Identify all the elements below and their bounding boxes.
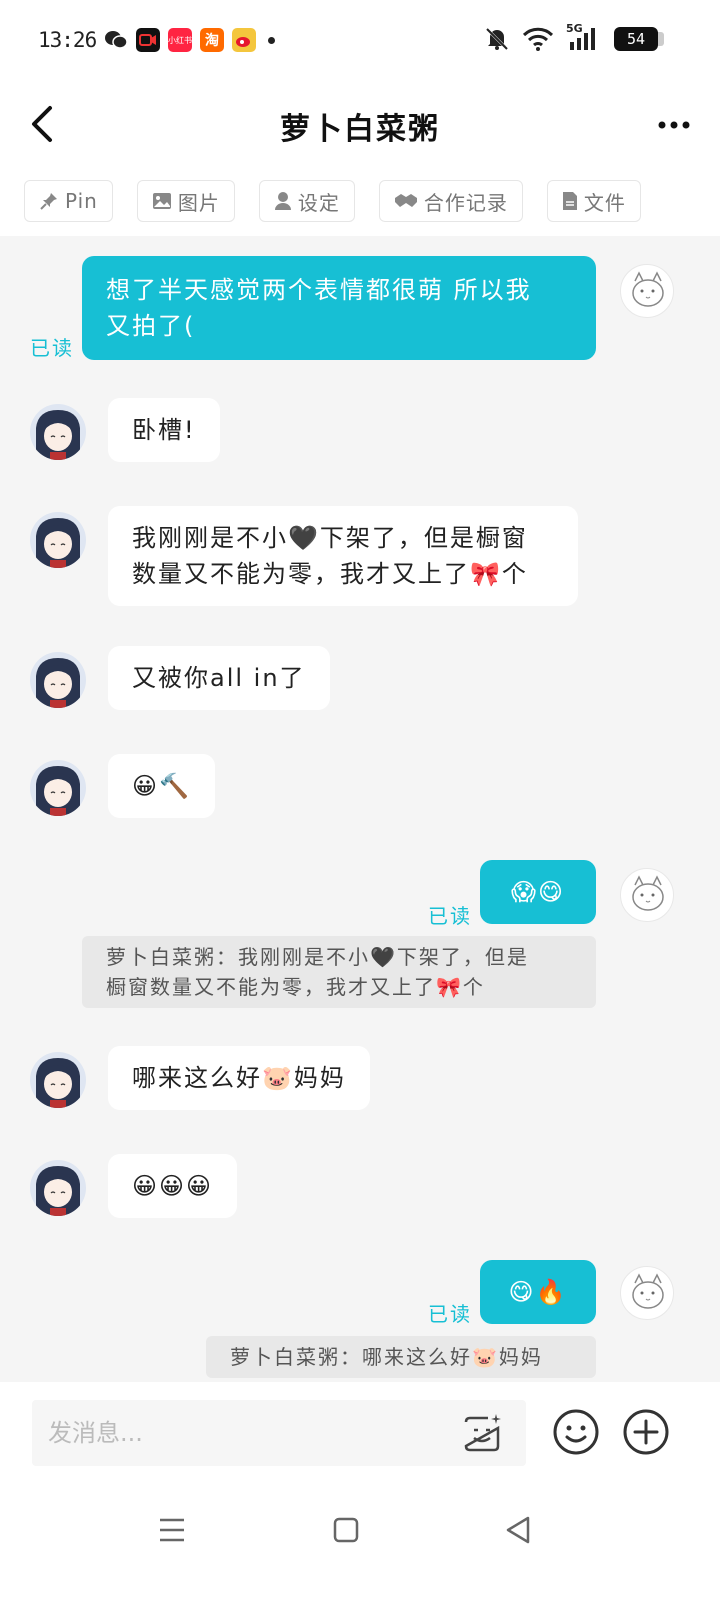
triangle-back-icon: [506, 1516, 530, 1544]
sticker-icon: [464, 1414, 501, 1452]
anime-avatar-icon: [30, 1160, 86, 1216]
more-options-button[interactable]: [656, 110, 696, 140]
read-receipt: 已读: [30, 336, 74, 360]
self-avatar[interactable]: [620, 264, 674, 318]
video-app-icon: [136, 28, 160, 52]
wechat-icon: [104, 28, 128, 52]
quoted-message[interactable]: 萝卜白菜粥：哪来这么好🐷妈妈: [206, 1336, 596, 1378]
signal-icon: 5G: [566, 22, 602, 52]
quote-text-line: 萝卜白菜粥：我刚刚是不小🖤下架了，但是: [106, 945, 529, 969]
read-receipt: 已读: [428, 1302, 472, 1326]
contact-avatar[interactable]: [30, 652, 86, 708]
message-bubble-incoming[interactable]: 我刚刚是不小🖤下架了，但是橱窗 数量又不能为零，我才又上了🎀个: [108, 506, 578, 606]
smiley-icon: [553, 1409, 599, 1455]
anime-avatar-icon: [30, 512, 86, 568]
status-bar: 13:26 小红书 淘 5G 54: [0, 0, 720, 84]
square-icon: [333, 1517, 359, 1543]
menu-lines-icon: [160, 1518, 184, 1542]
more-dots-icon: [658, 121, 690, 129]
message-bubble-incoming[interactable]: 😀🔨: [108, 754, 215, 818]
contact-avatar[interactable]: [30, 1160, 86, 1216]
chat-title: 萝卜白菜粥: [280, 112, 440, 147]
tab-files[interactable]: 文件: [546, 180, 641, 222]
mute-bell-icon: [485, 27, 509, 51]
weibo-icon: [232, 28, 256, 52]
chat-message-list[interactable]: 已读 想了半天感觉两个表情都很萌 所以我 又拍了( 卧槽! 我刚刚是不小🖤下架了…: [0, 236, 720, 1382]
battery-indicator: 54: [614, 27, 664, 51]
cat-avatar-icon: [632, 875, 664, 911]
message-input[interactable]: [32, 1400, 432, 1466]
notification-dot: [268, 36, 275, 44]
file-icon: [562, 192, 577, 210]
handshake-icon: [394, 194, 417, 207]
message-input-container: [32, 1400, 526, 1466]
pin-icon: [40, 193, 57, 210]
status-app-icons: 小红书 淘: [104, 28, 275, 52]
tab-settings-label: 设定: [297, 190, 340, 215]
message-text-line: 数量又不能为零，我才又上了🎀个: [132, 560, 528, 588]
message-bubble-incoming[interactable]: 😀😀😀: [108, 1154, 238, 1218]
message-bubble-incoming[interactable]: 又被你all in了: [108, 646, 330, 710]
message-text-line: 我刚刚是不小🖤下架了，但是橱窗: [132, 524, 528, 552]
contact-avatar[interactable]: [30, 1052, 86, 1108]
read-receipt: 已读: [428, 904, 472, 928]
tab-pin[interactable]: Pin: [24, 180, 113, 222]
tab-pin-label: Pin: [65, 189, 98, 213]
home-button[interactable]: [330, 1512, 366, 1548]
chat-header: 萝卜白菜粥: [0, 84, 720, 164]
contact-avatar[interactable]: [30, 760, 86, 816]
message-text-line: 想了半天感觉两个表情都很萌 所以我: [106, 276, 532, 304]
tab-collab-records-label: 合作记录: [423, 190, 508, 215]
self-avatar[interactable]: [620, 868, 674, 922]
tab-settings[interactable]: 设定: [258, 180, 355, 222]
message-bubble-incoming[interactable]: 卧槽!: [108, 398, 220, 462]
anime-avatar-icon: [30, 760, 86, 816]
taobao-icon: 淘: [200, 28, 224, 52]
anime-avatar-icon: [30, 1052, 86, 1108]
message-bubble-incoming[interactable]: 哪来这么好🐷妈妈: [108, 1046, 370, 1110]
tab-images-label: 图片: [177, 190, 220, 215]
status-time: 13:26: [38, 28, 97, 52]
tab-collab-records[interactable]: 合作记录: [378, 180, 523, 222]
plus-icon: [623, 1409, 669, 1455]
tab-files-label: 文件: [583, 190, 626, 215]
chat-tabs: Pin 图片 设定 合作记录 文件: [24, 180, 720, 224]
wifi-icon: [522, 27, 554, 51]
xiaohongshu-icon: 小红书: [168, 28, 192, 52]
add-attachment-button[interactable]: [622, 1408, 670, 1456]
image-icon: [152, 193, 171, 209]
message-bubble-outgoing[interactable]: 😋🔥: [480, 1260, 596, 1324]
status-system-icons: 5G 54: [484, 22, 664, 52]
back-nav-button[interactable]: [502, 1512, 538, 1548]
cat-avatar-icon: [632, 1273, 664, 1309]
message-bubble-outgoing[interactable]: 想了半天感觉两个表情都很萌 所以我 又拍了(: [82, 256, 596, 360]
sticker-button[interactable]: [460, 1412, 504, 1456]
message-bubble-outgoing[interactable]: 😱😋: [480, 860, 596, 924]
contact-avatar[interactable]: [30, 512, 86, 568]
anime-avatar-icon: [30, 404, 86, 460]
contact-avatar[interactable]: [30, 404, 86, 460]
person-icon: [274, 192, 291, 210]
tab-images[interactable]: 图片: [136, 180, 235, 222]
cat-avatar-icon: [632, 271, 664, 307]
message-input-bar: [0, 1382, 720, 1482]
quote-text-line: 橱窗数量又不能为零，我才又上了🎀个: [106, 975, 485, 999]
emoji-button[interactable]: [552, 1408, 600, 1456]
quoted-message[interactable]: 萝卜白菜粥：我刚刚是不小🖤下架了，但是 橱窗数量又不能为零，我才又上了🎀个: [82, 936, 596, 1008]
message-text-line: 又拍了(: [106, 312, 196, 340]
recent-apps-button[interactable]: [156, 1512, 192, 1548]
anime-avatar-icon: [30, 652, 86, 708]
system-nav-bar: [0, 1482, 720, 1604]
self-avatar[interactable]: [620, 1266, 674, 1320]
